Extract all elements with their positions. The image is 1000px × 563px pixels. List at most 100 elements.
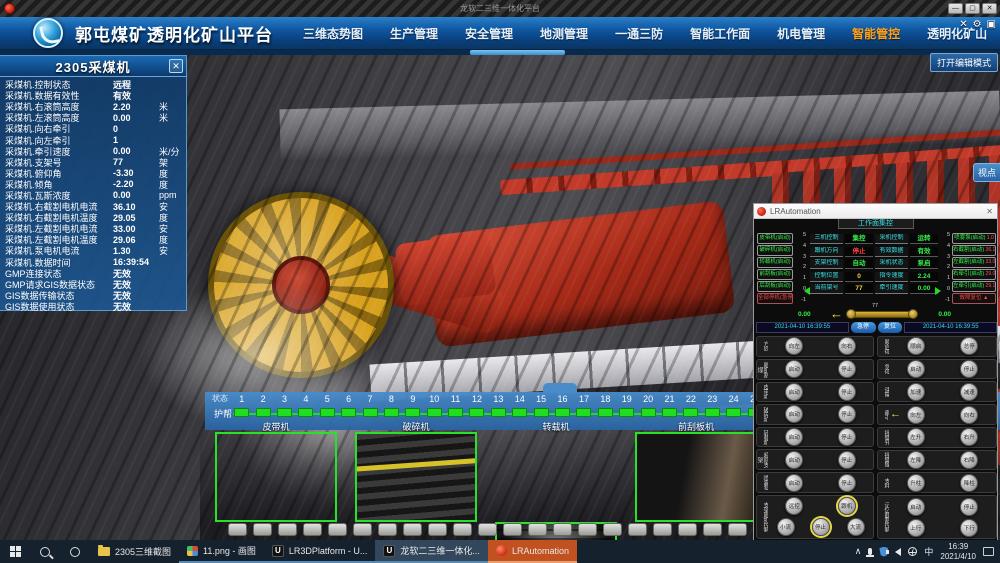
support-indicator[interactable]: 24: [723, 394, 744, 417]
lr-motor-button[interactable]: 喷雾泵(启动) 1.0: [952, 233, 996, 244]
viewpoint-tab[interactable]: 视点: [973, 163, 1000, 182]
nav-item-地测管理[interactable]: 地测管理: [540, 25, 588, 42]
panel-close-icon[interactable]: ✕: [169, 59, 183, 73]
support-indicator[interactable]: 17: [573, 394, 594, 417]
support-indicator[interactable]: 2: [252, 394, 273, 417]
support-indicator[interactable]: 15: [530, 394, 551, 417]
support-indicator[interactable]: 7: [359, 394, 380, 417]
support-indicator[interactable]: 12: [466, 394, 487, 417]
round-button-停止[interactable]: 停止: [960, 498, 978, 516]
taskbar-clock[interactable]: 16:39 2021/4/10: [940, 542, 976, 562]
support-indicator[interactable]: 21: [659, 394, 680, 417]
round-button-向右[interactable]: 向右: [960, 406, 978, 424]
lr-titlebar[interactable]: LRAutomation ✕: [754, 204, 997, 219]
support-indicator[interactable]: 1: [231, 394, 252, 417]
nav-item-智能管控[interactable]: 智能管控: [852, 25, 900, 42]
nav-item-智能工作面[interactable]: 智能工作面: [690, 25, 750, 42]
support-indicator[interactable]: 20: [637, 394, 658, 417]
taskbar-item[interactable]: ULR3DPlatform - U...: [264, 540, 376, 563]
lr-equipment-button[interactable]: 皮带机(启动): [757, 233, 793, 244]
lr-equipment-button[interactable]: 转载机(启动): [757, 257, 793, 268]
tray-expand-icon[interactable]: ∧: [855, 546, 862, 557]
lr-pill-button-right[interactable]: 复位: [878, 322, 903, 333]
support-indicator[interactable]: 3: [274, 394, 295, 417]
cortana-button[interactable]: [60, 540, 90, 563]
taskbar-item[interactable]: 11.png - 画图: [179, 540, 264, 563]
support-indicator[interactable]: 23: [702, 394, 723, 417]
support-thumbnail[interactable]: [303, 523, 322, 536]
round-button-左升[interactable]: 左升: [907, 428, 925, 446]
round-button-顺启[interactable]: 顺启: [907, 337, 925, 355]
round-button-启动[interactable]: 启动: [907, 360, 925, 378]
camera-view-1[interactable]: [215, 432, 337, 522]
support-thumbnail[interactable]: [503, 523, 522, 536]
support-thumbnail[interactable]: [353, 523, 372, 536]
support-indicator[interactable]: 4: [295, 394, 316, 417]
lr-equipment-button[interactable]: 全部停机(急停): [757, 293, 793, 304]
round-button-停止[interactable]: 停止: [838, 474, 856, 492]
support-thumbnail[interactable]: [678, 523, 697, 536]
support-thumbnail[interactable]: [578, 523, 597, 536]
tool-icon[interactable]: ✕: [959, 19, 967, 30]
round-button-右降[interactable]: 右降: [960, 451, 978, 469]
lr-equipment-button[interactable]: 后刮板(启动): [757, 281, 793, 292]
lr-motor-button[interactable]: 故障复位 ▲: [952, 293, 996, 304]
round-button-启动[interactable]: 启动: [785, 383, 803, 401]
lr-workface-tab[interactable]: 工作面集控: [838, 219, 914, 229]
round-button-总停[interactable]: 总停: [960, 337, 978, 355]
support-indicator[interactable]: 10: [424, 394, 445, 417]
round-button-停止[interactable]: 停止: [838, 383, 856, 401]
ime-indicator[interactable]: 中: [924, 545, 933, 558]
round-button-停止[interactable]: 停止: [838, 405, 856, 423]
nav-item-机电管理[interactable]: 机电管理: [777, 25, 825, 42]
round-button-加速[interactable]: 加速: [907, 383, 925, 401]
volume-icon[interactable]: [895, 548, 901, 556]
round-button-下行[interactable]: 下行: [960, 519, 978, 537]
round-button-向左[interactable]: 向左: [785, 337, 803, 355]
round-button-启动[interactable]: 启动: [785, 474, 803, 492]
round-button-小流[interactable]: 小流: [777, 518, 795, 536]
round-button-减速[interactable]: 减速: [960, 383, 978, 401]
edit-mode-button[interactable]: 打开编辑模式: [930, 53, 998, 72]
support-indicator[interactable]: 6: [338, 394, 359, 417]
round-button-启动[interactable]: 启动: [785, 360, 803, 378]
taskbar-item[interactable]: 2305三维截图: [90, 540, 179, 563]
support-thumbnail[interactable]: [653, 523, 672, 536]
support-thumbnail[interactable]: [553, 523, 572, 536]
round-button-停止[interactable]: 停止: [838, 451, 856, 469]
support-indicator[interactable]: 5: [317, 394, 338, 417]
support-thumbnail[interactable]: [428, 523, 447, 536]
round-button-远控[interactable]: 远控: [785, 497, 803, 515]
support-indicator[interactable]: 9: [402, 394, 423, 417]
support-thumbnail[interactable]: [728, 523, 747, 536]
round-button-停止[interactable]: 停止: [960, 360, 978, 378]
nav-item-生产管理[interactable]: 生产管理: [390, 25, 438, 42]
round-button-启动[interactable]: 启动: [907, 498, 925, 516]
gear-icon[interactable]: ⚙: [973, 19, 982, 30]
round-button-停止[interactable]: 停止: [838, 428, 856, 446]
support-indicator[interactable]: 8: [381, 394, 402, 417]
round-button-右升[interactable]: 右升: [960, 428, 978, 446]
nav-item-三维态势图[interactable]: 三维态势图: [303, 25, 363, 42]
round-button-大流[interactable]: 大流: [847, 518, 865, 536]
support-thumbnail[interactable]: [378, 523, 397, 536]
support-thumbnail[interactable]: [603, 523, 622, 536]
support-thumbnail[interactable]: [278, 523, 297, 536]
search-button[interactable]: [30, 540, 60, 563]
support-thumbnail[interactable]: [228, 523, 247, 536]
support-indicator[interactable]: 11: [445, 394, 466, 417]
panel-header[interactable]: 2305采煤机 ✕: [0, 56, 186, 77]
network-icon[interactable]: [908, 547, 917, 556]
support-thumbnail[interactable]: [253, 523, 272, 536]
lr-motor-button[interactable]: 右截割(启动) 36.1: [952, 245, 996, 256]
support-thumbnail[interactable]: [403, 523, 422, 536]
taskbar-item[interactable]: U龙软二三维一体化...: [375, 540, 488, 563]
support-thumbnail[interactable]: [478, 523, 497, 536]
round-button-向左[interactable]: 向左: [907, 406, 925, 424]
round-button-启动[interactable]: 启动: [785, 428, 803, 446]
lr-equipment-button[interactable]: 破碎机(启动): [757, 245, 793, 256]
support-indicator[interactable]: 13: [488, 394, 509, 417]
nav-item-一通三防[interactable]: 一通三防: [615, 25, 663, 42]
lr-motor-button[interactable]: 右牵引(启动) 29.0: [952, 269, 996, 280]
support-thumbnail[interactable]: [703, 523, 722, 536]
